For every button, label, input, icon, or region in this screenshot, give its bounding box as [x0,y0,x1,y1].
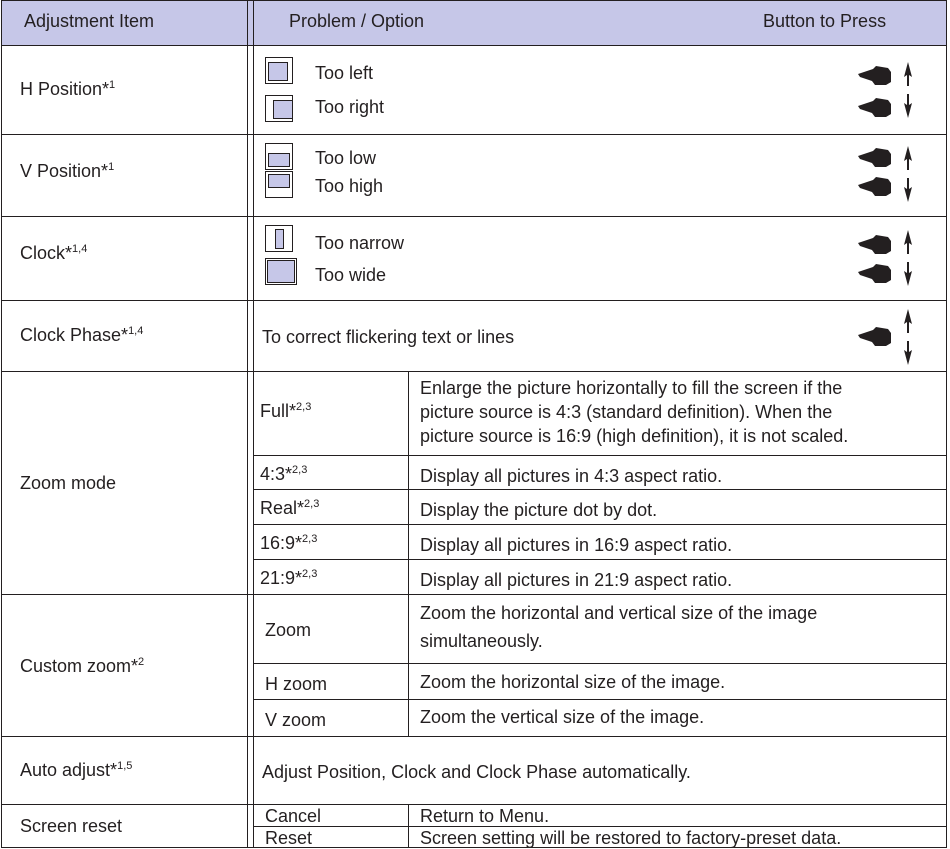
too-right-screen-icon [265,95,293,122]
zoom-mode-label: Zoom mode [20,473,117,493]
option-too-low: Too low [315,148,377,168]
clock-phase-description: To correct flickering text or lines [262,327,515,347]
screen-reset-cancel-description: Return to Menu. [420,806,550,826]
rule [408,371,409,594]
clock-label: Clock*1,4 [20,243,88,263]
option-too-wide: Too wide [315,265,387,285]
rule [1,371,947,372]
hand-pointer-left-icon [858,264,891,283]
auto-adjust-label: Auto adjust*1,5 [20,760,133,780]
custom-zoom-h-zoom-description: Zoom the horizontal size of the image. [420,672,726,692]
rule [1,134,947,135]
up-down-arrow-icon [904,62,912,118]
rule [1,594,947,595]
too-low-screen-icon [265,143,293,170]
rule [254,663,946,664]
rule [1,0,2,848]
header-problem-option: Problem / Option [289,11,425,31]
h-position-label: H Position*1 [20,79,116,99]
option-too-narrow: Too narrow [315,233,405,253]
rule [1,45,947,46]
custom-zoom-label: Custom zoom*2 [20,656,145,676]
rule [1,736,947,737]
rule [254,489,946,490]
screen-reset-label: Screen reset [20,816,123,836]
custom-zoom-v-zoom-description: Zoom the vertical size of the image. [420,707,705,727]
screen-reset-reset-description: Screen setting will be restored to facto… [420,828,842,848]
option-too-high: Too high [315,176,384,196]
zoom-4-3-description: Display all pictures in 4:3 aspect ratio… [420,466,723,486]
adjustment-table: Adjustment Item Problem / Option Button … [0,0,950,848]
custom-zoom-option-zoom: Zoom [265,620,312,640]
clock-phase-label: Clock Phase*1,4 [20,325,144,345]
custom-zoom-option-h-zoom: H zoom [265,674,328,694]
rule [254,524,946,525]
custom-zoom-zoom-description: Zoom the horizontal and vertical size of… [420,603,818,651]
too-wide-screen-icon [265,258,297,285]
too-narrow-screen-icon [265,225,293,252]
up-down-arrow-icon [904,146,912,202]
auto-adjust-description: Adjust Position, Clock and Clock Phase a… [262,762,691,782]
rule [1,216,947,217]
rule [408,594,409,736]
screen-reset-option-reset: Reset [265,828,313,848]
custom-zoom-option-v-zoom: V zoom [265,710,327,730]
zoom-16-9-description: Display all pictures in 16:9 aspect rati… [420,535,733,555]
rule [254,455,946,456]
hand-pointer-left-icon [858,98,891,117]
hand-pointer-left-icon [858,235,891,254]
zoom-option-4-3: 4:3*2,3 [260,464,308,484]
zoom-real-description: Display the picture dot by dot. [420,500,658,520]
hand-pointer-left-icon [858,148,891,167]
rule [254,826,946,827]
rule [946,0,947,848]
rule [254,559,946,560]
too-high-screen-icon [265,171,293,198]
zoom-option-16-9: 16:9*2,3 [260,533,318,553]
hand-pointer-left-icon [858,66,891,85]
rule [1,300,947,301]
rule [253,0,254,848]
rule [254,699,946,700]
header-button-to-press: Button to Press [763,11,887,31]
too-left-screen-icon [265,57,293,84]
rule [1,804,947,805]
hand-pointer-left-icon [858,327,891,346]
zoom-option-21-9: 21:9*2,3 [260,568,318,588]
zoom-option-real: Real*2,3 [260,498,320,518]
option-too-left: Too left [315,63,374,83]
option-too-right: Too right [315,97,385,117]
up-down-arrow-icon [904,230,912,286]
zoom-21-9-description: Display all pictures in 21:9 aspect rati… [420,570,733,590]
v-position-label: V Position*1 [20,161,115,181]
zoom-option-full: Full*2,3 [260,401,312,421]
rule [1,0,947,1]
hand-pointer-left-icon [858,177,891,196]
zoom-full-description: Enlarge the picture horizontally to fill… [420,378,849,446]
up-down-arrow-icon [904,309,912,365]
header-adjustment-item: Adjustment Item [24,11,155,31]
rule [247,0,248,848]
screen-reset-option-cancel: Cancel [265,806,322,826]
